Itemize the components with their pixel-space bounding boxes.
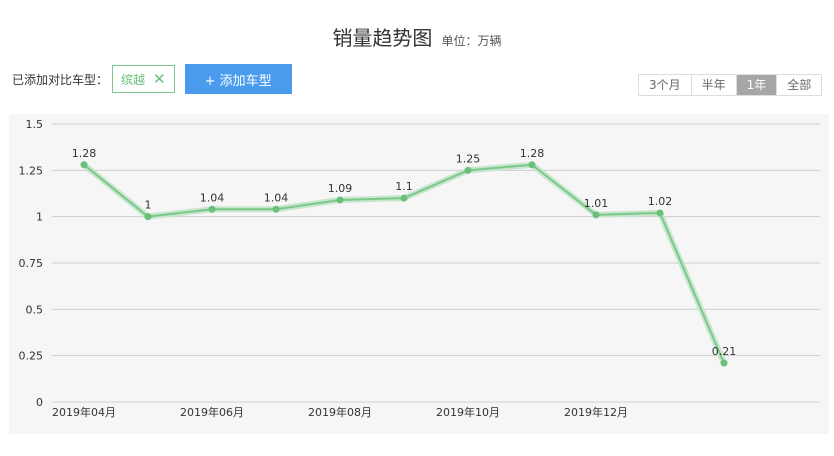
y-tick-label: 1 xyxy=(36,211,43,224)
data-label: 1 xyxy=(145,199,152,212)
data-label: 1.01 xyxy=(584,197,609,210)
data-label: 1.1 xyxy=(395,180,413,193)
data-label: 1.28 xyxy=(520,147,545,160)
data-point xyxy=(400,194,408,202)
data-label: 1.25 xyxy=(456,152,481,165)
data-point xyxy=(144,213,152,221)
data-point xyxy=(464,166,472,174)
series-line-shadow xyxy=(82,161,727,365)
x-tick-label: 2019年12月 xyxy=(564,405,628,419)
data-point xyxy=(208,205,216,213)
y-tick-label: 0.75 xyxy=(19,257,44,270)
series-line xyxy=(83,163,725,364)
sales-trend-chart: 0 0.25 0.5 0.75 1 1.25 1.5 2019年04月 2019年06月 2019… xyxy=(19,118,820,419)
y-tick-label: 1.5 xyxy=(26,118,44,131)
data-point xyxy=(720,359,728,367)
y-tick-label: 1.25 xyxy=(19,164,44,177)
x-tick-label: 2019年04月 xyxy=(52,405,116,419)
x-tick-label: 2019年06月 xyxy=(180,405,244,419)
y-tick-label: 0.25 xyxy=(19,350,44,363)
data-point xyxy=(592,211,600,219)
data-point xyxy=(656,209,664,217)
data-label: 1.04 xyxy=(200,191,225,204)
y-tick-label: 0.5 xyxy=(26,303,44,316)
data-label: 1.09 xyxy=(328,182,353,195)
data-label: 1.04 xyxy=(264,191,289,204)
data-point xyxy=(80,161,88,169)
data-point xyxy=(528,161,536,169)
y-tick-label: 0 xyxy=(36,396,43,409)
data-label: 1.02 xyxy=(648,195,673,208)
data-point xyxy=(336,196,344,204)
data-label: 0.21 xyxy=(712,345,737,358)
data-label: 1.28 xyxy=(72,147,97,160)
data-point xyxy=(272,205,280,213)
x-tick-label: 2019年08月 xyxy=(308,405,372,419)
x-tick-label: 2019年10月 xyxy=(436,405,500,419)
